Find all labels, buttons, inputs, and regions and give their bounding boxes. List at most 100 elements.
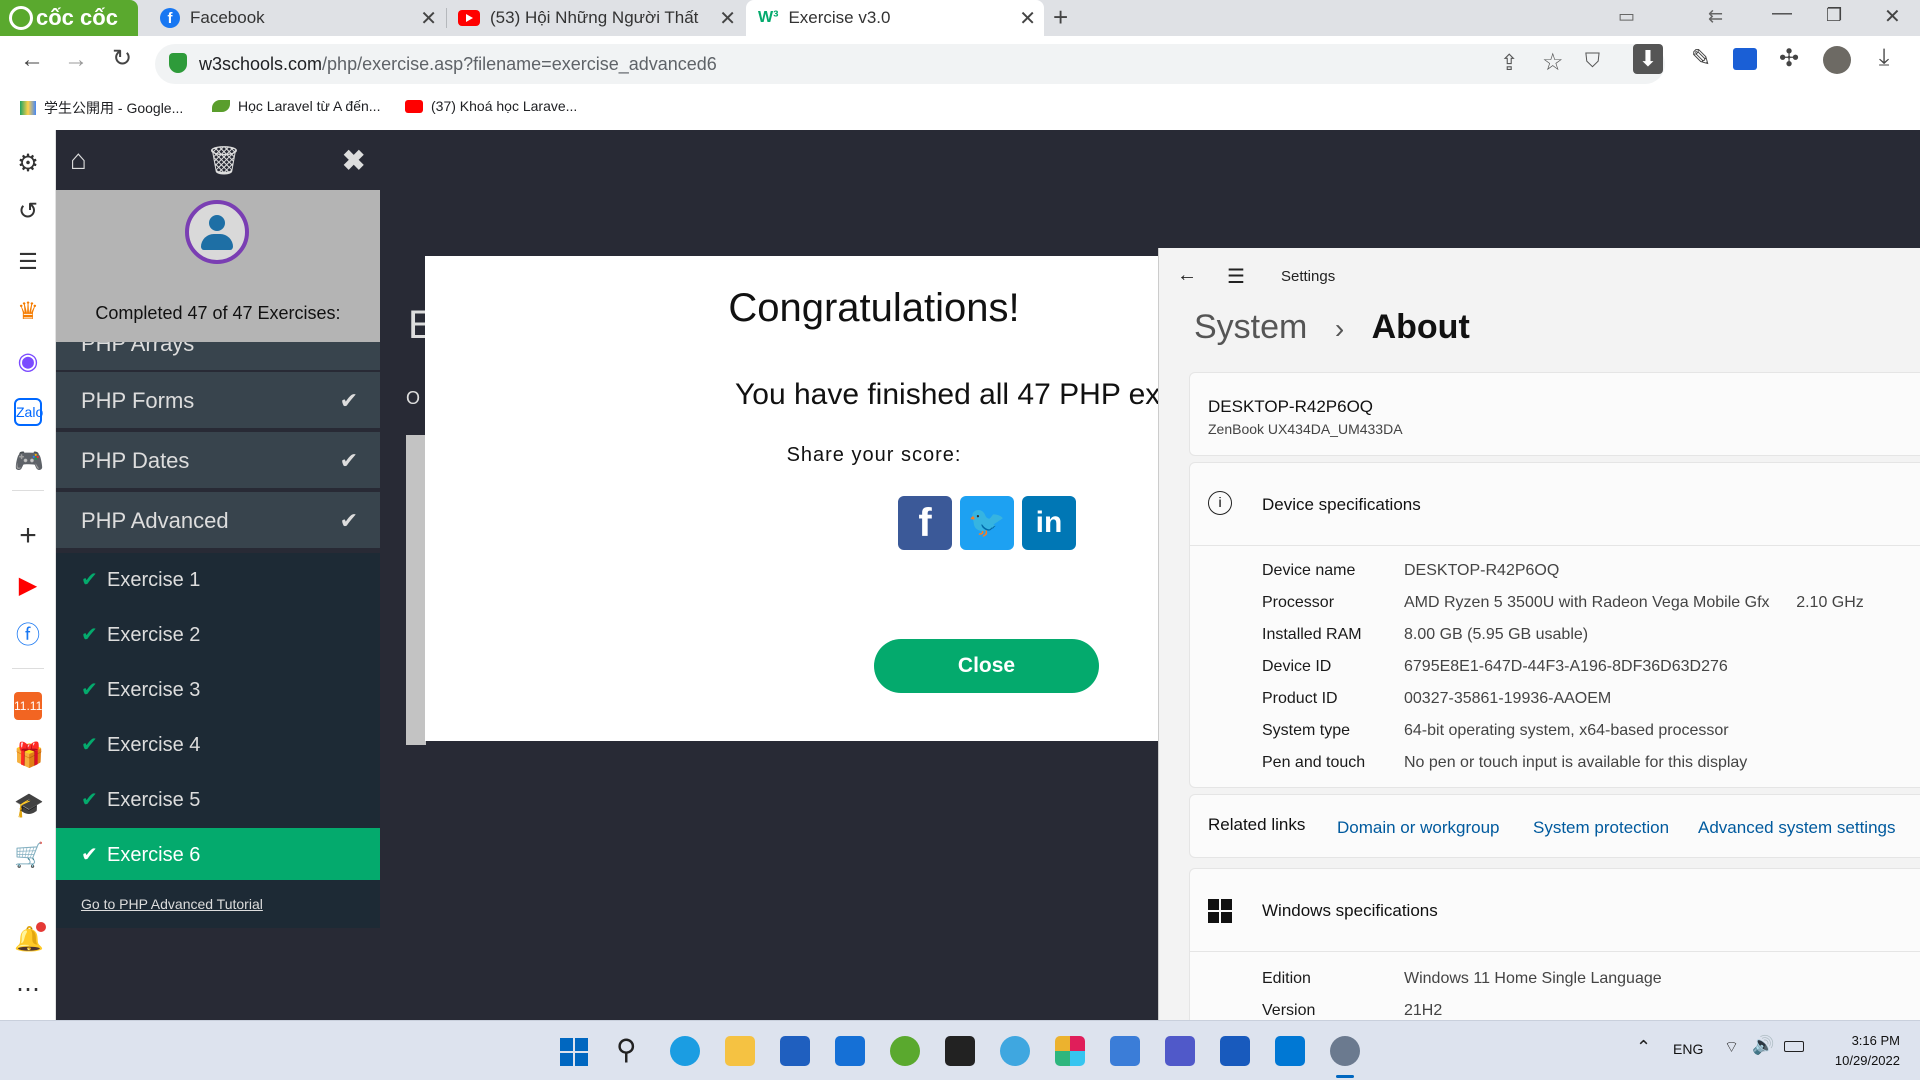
extension-shield-icon[interactable]: ⛉	[1585, 50, 1600, 73]
minimize-button[interactable]: —	[1772, 2, 1792, 25]
show-hidden-icons[interactable]: ⌃	[1636, 1037, 1651, 1058]
exercise-item-5[interactable]: ✔ Exercise 5	[56, 773, 380, 828]
edge-icon[interactable]	[670, 1036, 700, 1066]
gift-icon[interactable]: 🎁	[14, 742, 44, 770]
tab-facebook[interactable]: f Facebook ✕	[150, 0, 445, 36]
trash-icon[interactable]: 🗑	[206, 144, 242, 177]
search-icon[interactable]: ⚲	[616, 1033, 637, 1066]
reload-icon[interactable]: ↻	[106, 44, 138, 73]
forward-icon[interactable]: →	[60, 46, 92, 74]
sidebar-toggle-icon[interactable]: ⇇	[1708, 6, 1723, 27]
youtube-icon[interactable]: ▶	[14, 572, 42, 600]
domain-workgroup-link[interactable]: Domain or workgroup	[1337, 818, 1500, 838]
teams-icon[interactable]	[1165, 1036, 1195, 1066]
notepad-icon[interactable]	[1110, 1036, 1140, 1066]
url-text[interactable]: w3schools.com/php/exercise.asp?filename=…	[199, 54, 717, 75]
spec-label: Product ID	[1262, 690, 1338, 707]
maximize-button[interactable]: ❐	[1826, 5, 1842, 26]
close-button[interactable]: Close	[874, 639, 1099, 693]
category-php-forms[interactable]: PHP Forms ✔	[56, 372, 380, 430]
close-sidebar-icon[interactable]: ✖	[342, 144, 365, 177]
spec-value: No pen or touch input is available for t…	[1404, 754, 1748, 771]
back-icon[interactable]: ←	[16, 46, 48, 74]
exercise-label: Exercise 1	[107, 569, 201, 591]
volume-icon[interactable]: 🔊	[1752, 1035, 1774, 1056]
profile-avatar[interactable]	[1823, 46, 1851, 74]
messenger-icon[interactable]: ◉	[14, 348, 42, 376]
add-app-icon[interactable]: +	[14, 521, 42, 551]
facebook-share-button[interactable]: f	[898, 496, 952, 550]
shopee-icon[interactable]: 11.11	[14, 692, 42, 720]
exercise-item-6[interactable]: ✔ Exercise 6	[56, 828, 380, 883]
history-icon[interactable]: ↺	[14, 198, 42, 226]
bookmark-google-drive[interactable]: 学生公開用 - Google...	[20, 98, 183, 118]
breadcrumb-parent[interactable]: System	[1194, 308, 1307, 346]
category-php-advanced[interactable]: PHP Advanced ✔	[56, 492, 380, 550]
settings-gear-icon[interactable]: ⚙	[14, 150, 42, 178]
browser-sidebar: ⚙ ↺ ☰ ♛ ◉ Zalo 🎮 + ▶ ⓕ 11.11 🎁 🎓 🛒 🔔 ⋯	[0, 130, 56, 1020]
file-explorer-icon[interactable]	[725, 1036, 755, 1066]
new-tab-button[interactable]: +	[1053, 2, 1068, 33]
close-tab-icon[interactable]: ✕	[1019, 6, 1036, 31]
language-indicator[interactable]: ENG	[1673, 1041, 1703, 1057]
exercise-item-2[interactable]: ✔ Exercise 2	[56, 608, 380, 663]
windows-specs-card: Windows specifications	[1189, 868, 1920, 1020]
facebook-icon[interactable]: ⓕ	[14, 622, 42, 650]
paint-icon[interactable]	[1000, 1036, 1030, 1066]
address-bar[interactable]: w3schools.com/php/exercise.asp?filename=…	[155, 44, 1665, 84]
wifi-icon[interactable]: ⌔	[1724, 1037, 1739, 1057]
browser-brand[interactable]: cốc cốc	[0, 0, 138, 36]
clock[interactable]: 3:16 PM 10/29/2022	[1835, 1031, 1900, 1071]
exercise-item-3[interactable]: ✔ Exercise 3	[56, 663, 380, 718]
tab-exercise[interactable]: W³ Exercise v3.0 ✕	[746, 0, 1044, 36]
bookmark-label: 学生公開用 - Google...	[44, 100, 184, 116]
downloads-icon[interactable]: ⤓	[1868, 44, 1900, 72]
system-protection-link[interactable]: System protection	[1533, 818, 1669, 838]
menu-icon[interactable]: ☰	[1227, 264, 1245, 289]
gamepad-icon[interactable]: 🎮	[14, 448, 44, 476]
more-icon[interactable]: ⋯	[14, 976, 42, 1004]
tab-youtube[interactable]: (53) Hội Những Người Thất T ✕	[448, 0, 744, 36]
breadcrumb: System › About	[1194, 308, 1470, 347]
color-picker-icon[interactable]: ✎	[1685, 44, 1717, 73]
shopping-icon[interactable]: 🛒	[14, 842, 44, 870]
exercise-item-1[interactable]: ✔ Exercise 1	[56, 553, 380, 608]
close-tab-icon[interactable]: ✕	[420, 6, 437, 31]
check-icon: ✔	[81, 789, 98, 811]
coccoc-icon[interactable]	[890, 1036, 920, 1066]
piano-icon[interactable]	[945, 1036, 975, 1066]
search-tabs-icon[interactable]: ▭	[1618, 6, 1635, 27]
graduation-cap-icon[interactable]: 🎓	[14, 792, 44, 820]
close-window-button[interactable]: ✕	[1884, 4, 1901, 29]
extensions-icon[interactable]: ✣	[1773, 44, 1805, 73]
spec-label: System type	[1262, 722, 1351, 739]
home-icon[interactable]: ⌂	[70, 144, 87, 176]
reading-list-icon[interactable]: ☰	[14, 248, 42, 276]
mail-icon[interactable]	[835, 1036, 865, 1066]
tab-bar: cốc cốc f Facebook ✕ (53) Hội Những Ngườ…	[0, 0, 1920, 36]
twitter-share-button[interactable]: 🐦	[960, 496, 1014, 550]
linkedin-share-button[interactable]: in	[1022, 496, 1076, 550]
settings-window: ← ☰ Settings System › About DESKTOP-R42P…	[1158, 248, 1920, 1020]
bookmark-star-icon[interactable]: ☆	[1542, 48, 1564, 77]
zalo-icon[interactable]: Zalo	[14, 398, 43, 426]
start-button[interactable]	[560, 1038, 588, 1066]
bookmark-laravel[interactable]: Học Laravel từ A đến...	[212, 98, 380, 114]
translate-icon[interactable]	[1733, 48, 1757, 70]
store-icon[interactable]	[780, 1036, 810, 1066]
vscode-icon[interactable]	[1275, 1036, 1305, 1066]
category-php-arrays[interactable]: PHP Arrays ✔	[56, 342, 380, 372]
word-icon[interactable]	[1220, 1036, 1250, 1066]
tutorial-link[interactable]: Go to PHP Advanced Tutorial	[56, 880, 380, 928]
advanced-system-settings-link[interactable]: Advanced system settings	[1698, 818, 1895, 838]
battery-icon[interactable]	[1784, 1041, 1804, 1052]
crown-icon[interactable]: ♛	[14, 298, 42, 326]
exercise-item-4[interactable]: ✔ Exercise 4	[56, 718, 380, 773]
settings-app-icon[interactable]	[1330, 1036, 1360, 1066]
share-icon[interactable]: ⇪	[1500, 50, 1518, 76]
back-icon[interactable]: ←	[1177, 264, 1197, 287]
slack-icon[interactable]	[1055, 1036, 1085, 1066]
close-tab-icon[interactable]: ✕	[719, 6, 736, 31]
download-button[interactable]: ⬇	[1633, 44, 1663, 74]
bookmark-youtube[interactable]: (37) Khoá học Larave...	[405, 98, 577, 114]
